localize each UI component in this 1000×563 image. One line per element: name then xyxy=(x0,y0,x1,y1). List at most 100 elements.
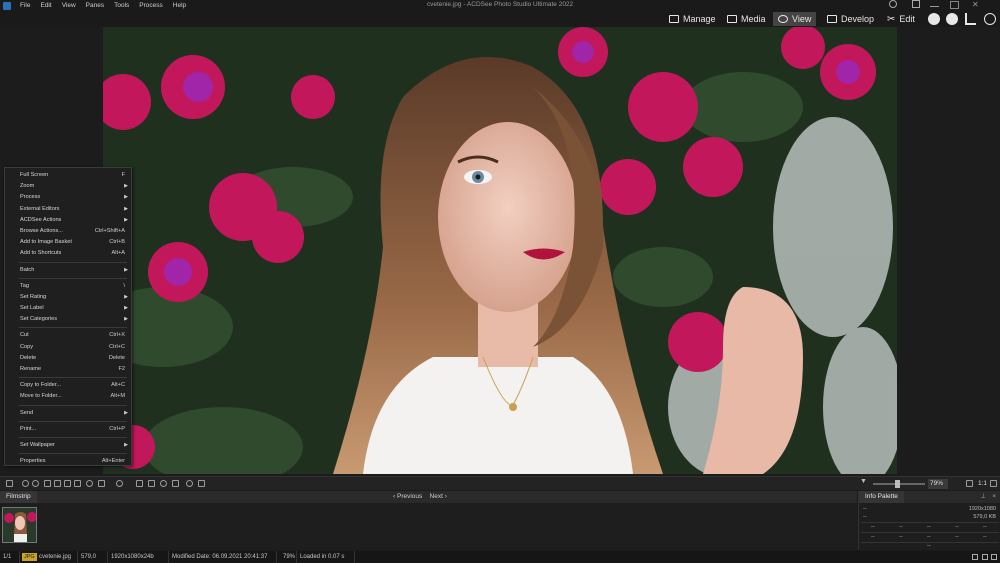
menu-item-tag[interactable]: Tag \ xyxy=(5,281,131,292)
menu-item-move-to-folder[interactable]: Move to Folder... Alt+M xyxy=(5,391,131,402)
mode-view-label: View xyxy=(792,14,812,24)
mode-manage[interactable]: Manage xyxy=(664,12,721,26)
fullscreen-icon[interactable] xyxy=(98,480,105,487)
menu-item-add-to-shortcuts[interactable]: Add to Shortcuts Alt+A xyxy=(5,248,131,259)
notifications-icon[interactable] xyxy=(984,13,996,25)
menu-item-acdsee-actions[interactable]: ACDSee Actions ▶ xyxy=(5,215,131,226)
mode-media[interactable]: Media xyxy=(722,12,771,26)
view-mode-icon[interactable] xyxy=(972,554,978,560)
menu-tools[interactable]: Tools xyxy=(109,2,134,9)
menu-separator xyxy=(19,277,127,279)
hand-tool-icon[interactable] xyxy=(64,480,71,487)
menu-item-batch[interactable]: Batch ▶ xyxy=(5,265,131,276)
menu-edit[interactable]: Edit xyxy=(35,2,56,9)
menu-file[interactable]: File xyxy=(15,2,35,9)
menu-help[interactable]: Help xyxy=(168,2,191,9)
zoom-value[interactable]: 79% xyxy=(928,479,948,489)
zoom-slider-thumb[interactable] xyxy=(895,480,900,488)
crop-icon[interactable] xyxy=(44,480,51,487)
menu-item-label: Print... xyxy=(20,425,37,432)
zoom-icon[interactable] xyxy=(86,480,93,487)
menu-item-send[interactable]: Send ▶ xyxy=(5,408,131,419)
edit-icon: ✂ xyxy=(887,13,896,25)
dashboard-icon[interactable] xyxy=(965,13,976,25)
submenu-arrow-icon: ▶ xyxy=(124,194,128,201)
menu-item-set-rating[interactable]: Set Rating ▶ xyxy=(5,292,131,303)
grid-icon[interactable] xyxy=(982,554,988,560)
menu-item-rename[interactable]: Rename F2 xyxy=(5,364,131,375)
status-loaded: Loaded in 0.07 s xyxy=(297,551,355,563)
develop-icon xyxy=(827,15,837,23)
submenu-arrow-icon: ▶ xyxy=(124,293,128,300)
slideshow-icon[interactable] xyxy=(198,480,205,487)
info-palette: Info Palette ⊥ × -- 1920x1080 -- 579,0 K… xyxy=(858,491,1000,550)
actual-size-icon[interactable] xyxy=(966,480,973,487)
menu-item-cut[interactable]: Cut Ctrl+X xyxy=(5,330,131,341)
menu-panes[interactable]: Panes xyxy=(81,2,109,9)
menu-item-full-screen[interactable]: Full Screen F xyxy=(5,170,131,181)
pin-icon[interactable]: ⊥ xyxy=(980,491,986,503)
frame-icon[interactable] xyxy=(172,480,179,487)
loop-icon[interactable] xyxy=(186,480,193,487)
media-icon xyxy=(727,15,737,23)
menu-item-set-label[interactable]: Set Label ▶ xyxy=(5,303,131,314)
settings-icon[interactable] xyxy=(116,480,123,487)
menu-item-add-to-image-basket[interactable]: Add to Image Basket Ctrl+B xyxy=(5,237,131,248)
menu-item-print[interactable]: Print... Ctrl+P xyxy=(5,424,131,435)
menu-item-browse-actions[interactable]: Browse Actions... Ctrl+Shift+A xyxy=(5,226,131,237)
status-filesize: 579,0 KB xyxy=(78,551,108,563)
360-icon[interactable] xyxy=(946,13,958,25)
image-viewer[interactable]: Full Screen F Zoom ▶ Process ▶ External Edi… xyxy=(0,27,1000,475)
app-logo-icon[interactable] xyxy=(3,1,11,10)
menu-item-label: Set Categories xyxy=(20,316,58,323)
info-field: -- xyxy=(899,524,903,530)
expand-icon[interactable] xyxy=(990,480,997,487)
fit-icon[interactable] xyxy=(74,480,81,487)
layout-icon[interactable] xyxy=(912,0,920,8)
filmstrip-nav: ‹ Previous Next › xyxy=(393,491,447,503)
menu-item-delete[interactable]: Delete Delete xyxy=(5,353,131,364)
previous-button[interactable]: ‹ Previous xyxy=(393,493,422,500)
thumbnail-image xyxy=(3,508,36,542)
menu-item-label: Rename xyxy=(20,366,42,372)
people-icon[interactable] xyxy=(928,13,940,25)
menu-item-process[interactable]: Process ▶ xyxy=(5,192,131,203)
info-field: -- xyxy=(983,534,987,540)
panel-icon[interactable] xyxy=(991,554,997,560)
close-icon[interactable]: ✕ xyxy=(972,1,981,9)
menu-item-shortcut: \ xyxy=(123,282,125,289)
menu-item-zoom[interactable]: Zoom ▶ xyxy=(5,181,131,192)
mode-develop[interactable]: Develop xyxy=(822,12,879,26)
mode-view[interactable]: View xyxy=(773,12,817,26)
select-icon[interactable] xyxy=(54,480,61,487)
menu-item-set-wallpaper[interactable]: Set Wallpaper ▶ xyxy=(5,440,131,451)
save-icon[interactable] xyxy=(6,480,13,487)
account-icon[interactable] xyxy=(889,0,897,8)
compare-icon[interactable] xyxy=(148,480,155,487)
menu-item-label: External Editors xyxy=(20,205,60,212)
filmstrip-thumbnail[interactable] xyxy=(2,507,37,543)
clock-icon[interactable] xyxy=(160,480,167,487)
menu-item-external-editors[interactable]: External Editors ▶ xyxy=(5,204,131,215)
menu-view[interactable]: View xyxy=(57,2,81,9)
photo-image[interactable] xyxy=(103,27,897,474)
menu-item-set-categories[interactable]: Set Categories ▶ xyxy=(5,314,131,325)
rotate-right-icon[interactable] xyxy=(32,480,39,487)
maximize-icon[interactable] xyxy=(950,1,959,9)
ratio-label[interactable]: 1:1 xyxy=(978,480,987,487)
menu-item-copy[interactable]: Copy Ctrl+C xyxy=(5,342,131,353)
filmstrip-tab[interactable]: Filmstrip xyxy=(0,491,37,503)
menu-process[interactable]: Process xyxy=(134,2,167,9)
menu-item-copy-to-folder[interactable]: Copy to Folder... Alt+C xyxy=(5,380,131,391)
mode-edit[interactable]: ✂ Edit xyxy=(882,12,920,26)
histogram-icon[interactable] xyxy=(136,480,143,487)
close-palette-icon[interactable]: × xyxy=(992,491,996,503)
next-button[interactable]: Next › xyxy=(430,493,447,500)
info-palette-tab[interactable]: Info Palette xyxy=(859,491,904,503)
zoom-dropdown-icon[interactable]: ▼ xyxy=(860,478,867,485)
menu-item-properties[interactable]: Properties Alt+Enter xyxy=(5,456,131,467)
rotate-left-icon[interactable] xyxy=(22,480,29,487)
zoom-slider[interactable] xyxy=(873,480,925,488)
info-dimensions: 1920x1080 xyxy=(968,506,996,512)
minimize-icon[interactable] xyxy=(930,1,939,7)
